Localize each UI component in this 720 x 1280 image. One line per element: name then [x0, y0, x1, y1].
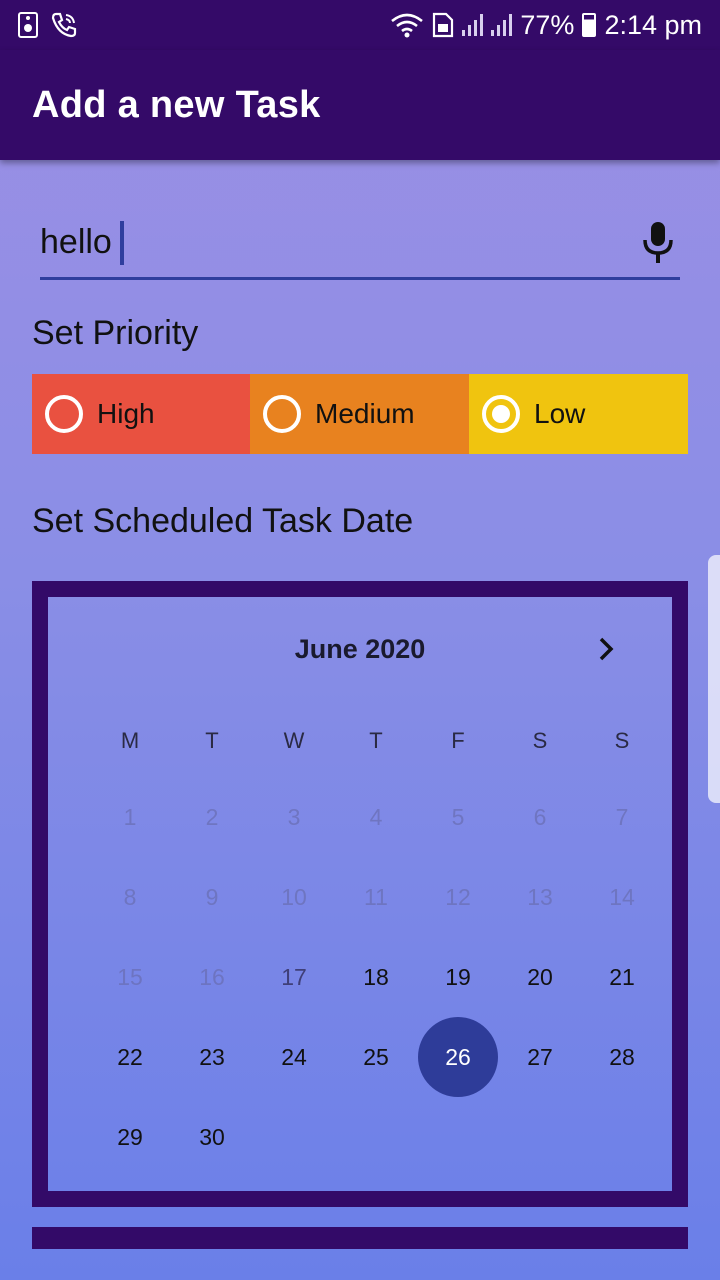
- priority-option-label: Medium: [315, 398, 415, 429]
- page-title: Add a new Task: [32, 83, 321, 126]
- task-input-field[interactable]: hello: [40, 208, 680, 280]
- calendar-day-disabled: 3: [287, 804, 301, 830]
- priority-heading: Set Priority: [32, 314, 199, 352]
- weekday-header: M: [120, 728, 140, 753]
- scroll-handle[interactable]: [708, 555, 720, 803]
- battery-icon: [582, 13, 597, 37]
- calendar-day[interactable]: 29: [90, 1097, 170, 1177]
- calendar-day[interactable]: 19: [418, 937, 498, 1017]
- status-bar: 77% 2:14 pm: [0, 0, 720, 50]
- weekday-header: F: [451, 728, 465, 753]
- app-bar: Add a new Task: [0, 50, 720, 160]
- weekday-header: W: [283, 728, 305, 753]
- calendar-day-disabled: 1: [123, 804, 137, 830]
- calendar-day[interactable]: 27: [500, 1017, 580, 1097]
- signal-icon-1: [462, 14, 484, 36]
- calendar-day-disabled: 4: [369, 804, 383, 830]
- calendar-day[interactable]: 20: [500, 937, 580, 1017]
- calendar-day-selected[interactable]: 26: [418, 1017, 498, 1097]
- calendar-day-disabled: 6: [533, 804, 547, 830]
- sim-card-icon: [433, 12, 454, 38]
- calendar-day-disabled: 11: [364, 884, 388, 910]
- calendar-day[interactable]: 28: [582, 1017, 662, 1097]
- priority-option-label: High: [97, 398, 155, 429]
- calendar-day-disabled: 15: [117, 964, 143, 990]
- calendar-day-disabled: 12: [445, 884, 471, 910]
- clock: 2:14 pm: [604, 9, 702, 40]
- microphone-icon[interactable]: [638, 218, 678, 268]
- calendar-day-disabled: 13: [527, 884, 553, 910]
- radio-checked-icon[interactable]: [482, 395, 520, 433]
- calendar-day[interactable]: 22: [90, 1017, 170, 1097]
- radio-unchecked-icon[interactable]: [263, 395, 301, 433]
- calendar-day-disabled: 10: [281, 884, 307, 910]
- status-left: [18, 11, 78, 39]
- calendar-day[interactable]: 18: [336, 937, 416, 1017]
- task-input[interactable]: hello: [40, 220, 124, 265]
- weekday-header: S: [614, 728, 630, 753]
- calendar-day-disabled: 16: [199, 964, 225, 990]
- weekday-header: T: [369, 728, 383, 753]
- wifi-icon: [391, 13, 424, 38]
- calendar-day[interactable]: 17: [254, 937, 334, 1017]
- calendar-day[interactable]: 24: [254, 1017, 334, 1097]
- status-right: 77% 2:14 pm: [390, 10, 702, 41]
- calendar-day[interactable]: 30: [172, 1097, 252, 1177]
- speaker-icon: [18, 12, 38, 38]
- battery-percent: 77%: [520, 9, 575, 40]
- calendar-day-disabled: 7: [615, 804, 629, 830]
- calendar-day[interactable]: 23: [172, 1017, 252, 1097]
- priority-option-label: Low: [534, 398, 586, 429]
- calendar-day-disabled: 14: [609, 884, 635, 910]
- calendar-days-grid: M T W T F S S 1 2 3 4 5 6 7 8 9 10 11 12 13 14 15 16 17 18 19 20 21…: [48, 597, 672, 1191]
- radio-unchecked-icon[interactable]: [45, 395, 83, 433]
- signal-icon-2: [491, 14, 513, 36]
- priority-option-low[interactable]: Low: [469, 374, 688, 454]
- date-picker-calendar: June 2020 M T W T F S S 1 2 3 4 5 6 7 8 9 10 11 12 13 14 15 16…: [32, 581, 688, 1207]
- calendar-day-disabled: 8: [123, 884, 137, 910]
- weekday-header: T: [205, 728, 219, 753]
- schedule-date-heading: Set Scheduled Task Date: [32, 502, 414, 540]
- priority-option-high[interactable]: High: [32, 374, 250, 454]
- bottom-panel-edge: [32, 1227, 688, 1249]
- task-input-value: hello: [40, 223, 112, 261]
- calendar-day-disabled: 2: [205, 804, 219, 830]
- phone-call-icon: [51, 12, 77, 38]
- calendar-day-disabled: 9: [205, 884, 219, 910]
- calendar-day[interactable]: 25: [336, 1017, 416, 1097]
- priority-radio-group: High Medium Low: [32, 374, 688, 454]
- priority-option-medium[interactable]: Medium: [250, 374, 469, 454]
- text-cursor: [119, 220, 124, 265]
- calendar-day-disabled: 5: [451, 804, 465, 830]
- weekday-header: S: [532, 728, 548, 753]
- calendar-day[interactable]: 21: [582, 937, 662, 1017]
